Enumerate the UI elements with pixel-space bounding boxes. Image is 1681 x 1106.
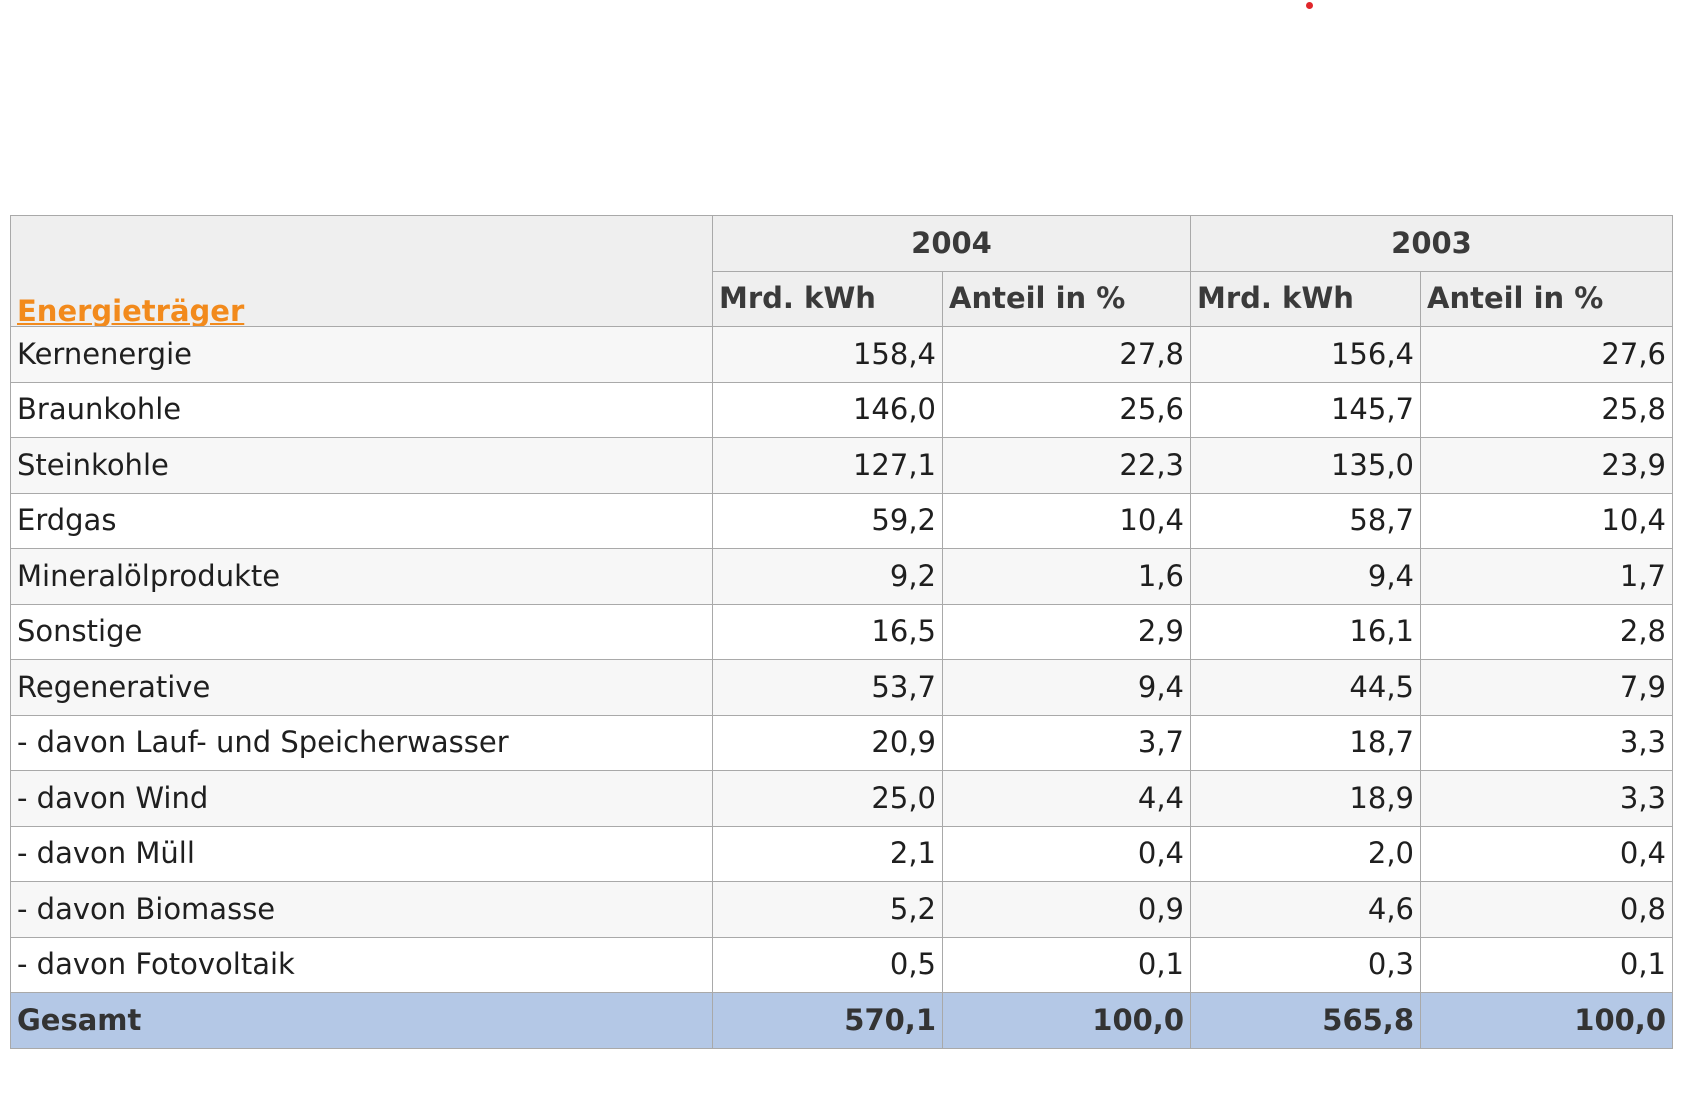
- table-row: - davon Wind 25,0 4,4 18,9 3,3: [10, 770, 1673, 827]
- cell-anteil-2003: 0,1: [1420, 936, 1673, 993]
- cell-mrd-kwh-2004: 25,0: [712, 770, 943, 827]
- row-label: - davon Lauf- und Speicherwasser: [10, 714, 713, 771]
- header-year-2004: 2004: [712, 215, 1191, 272]
- cell-anteil-2003: 3,3: [1420, 714, 1673, 771]
- total-mrd-kwh-2004: 570,1: [712, 992, 943, 1049]
- total-row: Gesamt 570,1 100,0 565,8 100,0: [10, 992, 1673, 1049]
- table-row: Mineralölprodukte 9,2 1,6 9,4 1,7: [10, 548, 1673, 605]
- cell-mrd-kwh-2004: 9,2: [712, 548, 943, 605]
- cell-mrd-kwh-2004: 0,5: [712, 936, 943, 993]
- cell-anteil-2003: 2,8: [1420, 603, 1673, 660]
- energy-table: Energieträger 2004 2003 Mrd. kWh Anteil …: [10, 215, 1673, 1049]
- row-label: Regenerative: [10, 659, 713, 716]
- cell-mrd-kwh-2003: 9,4: [1190, 548, 1421, 605]
- total-mrd-kwh-2003: 565,8: [1190, 992, 1421, 1049]
- cell-mrd-kwh-2004: 127,1: [712, 437, 943, 494]
- row-label: Steinkohle: [10, 437, 713, 494]
- cell-anteil-2004: 10,4: [942, 492, 1191, 549]
- cell-anteil-2004: 0,1: [942, 936, 1191, 993]
- header-energietraeger: Energieträger: [10, 215, 713, 327]
- page: Energieträger 2004 2003 Mrd. kWh Anteil …: [0, 0, 1681, 1106]
- cell-mrd-kwh-2003: 4,6: [1190, 881, 1421, 938]
- table-row: - davon Biomasse 5,2 0,9 4,6 0,8: [10, 881, 1673, 938]
- row-label: Erdgas: [10, 492, 713, 549]
- table-row: Erdgas 59,2 10,4 58,7 10,4: [10, 492, 1673, 549]
- table-header: Energieträger 2004 2003 Mrd. kWh Anteil …: [10, 215, 1673, 327]
- cell-anteil-2004: 9,4: [942, 659, 1191, 716]
- table-row: Kernenergie 158,4 27,8 156,4 27,6: [10, 326, 1673, 383]
- cell-mrd-kwh-2003: 16,1: [1190, 603, 1421, 660]
- total-anteil-2003: 100,0: [1420, 992, 1673, 1049]
- cell-anteil-2004: 3,7: [942, 714, 1191, 771]
- cell-anteil-2004: 2,9: [942, 603, 1191, 660]
- cell-mrd-kwh-2004: 59,2: [712, 492, 943, 549]
- cell-mrd-kwh-2003: 156,4: [1190, 326, 1421, 383]
- table-row: Steinkohle 127,1 22,3 135,0 23,9: [10, 437, 1673, 494]
- sort-link-energietraeger[interactable]: Energieträger: [17, 294, 244, 326]
- cell-anteil-2004: 27,8: [942, 326, 1191, 383]
- cell-anteil-2003: 10,4: [1420, 492, 1673, 549]
- cell-mrd-kwh-2004: 16,5: [712, 603, 943, 660]
- header-anteil-2003: Anteil in %: [1420, 270, 1673, 327]
- row-label: Mineralölprodukte: [10, 548, 713, 605]
- cell-anteil-2004: 0,9: [942, 881, 1191, 938]
- row-label: - davon Fotovoltaik: [10, 936, 713, 993]
- header-mrd-kwh-2004: Mrd. kWh: [712, 270, 943, 327]
- red-dot-marker: [1306, 2, 1313, 9]
- cell-mrd-kwh-2003: 18,7: [1190, 714, 1421, 771]
- cell-mrd-kwh-2003: 135,0: [1190, 437, 1421, 494]
- total-label: Gesamt: [10, 992, 713, 1049]
- cell-anteil-2004: 0,4: [942, 825, 1191, 882]
- cell-anteil-2003: 0,8: [1420, 881, 1673, 938]
- table-row: Regenerative 53,7 9,4 44,5 7,9: [10, 659, 1673, 716]
- cell-anteil-2003: 1,7: [1420, 548, 1673, 605]
- total-anteil-2004: 100,0: [942, 992, 1191, 1049]
- cell-mrd-kwh-2004: 158,4: [712, 326, 943, 383]
- row-label: Kernenergie: [10, 326, 713, 383]
- table-row: - davon Fotovoltaik 0,5 0,1 0,3 0,1: [10, 936, 1673, 993]
- cell-anteil-2004: 22,3: [942, 437, 1191, 494]
- cell-mrd-kwh-2004: 20,9: [712, 714, 943, 771]
- row-label: - davon Wind: [10, 770, 713, 827]
- table-body: Kernenergie 158,4 27,8 156,4 27,6 Braunkohle 1…: [10, 326, 1673, 993]
- cell-anteil-2004: 4,4: [942, 770, 1191, 827]
- cell-anteil-2003: 25,8: [1420, 381, 1673, 438]
- header-anteil-2004: Anteil in %: [942, 270, 1191, 327]
- cell-mrd-kwh-2004: 53,7: [712, 659, 943, 716]
- row-label: - davon Biomasse: [10, 881, 713, 938]
- cell-mrd-kwh-2004: 2,1: [712, 825, 943, 882]
- cell-mrd-kwh-2003: 0,3: [1190, 936, 1421, 993]
- cell-mrd-kwh-2003: 2,0: [1190, 825, 1421, 882]
- row-label: Braunkohle: [10, 381, 713, 438]
- table-row: Sonstige 16,5 2,9 16,1 2,8: [10, 603, 1673, 660]
- table-row: - davon Müll 2,1 0,4 2,0 0,4: [10, 825, 1673, 882]
- cell-anteil-2004: 1,6: [942, 548, 1191, 605]
- cell-anteil-2003: 0,4: [1420, 825, 1673, 882]
- row-label: Sonstige: [10, 603, 713, 660]
- cell-mrd-kwh-2003: 44,5: [1190, 659, 1421, 716]
- cell-mrd-kwh-2004: 5,2: [712, 881, 943, 938]
- cell-mrd-kwh-2004: 146,0: [712, 381, 943, 438]
- table-footer: Gesamt 570,1 100,0 565,8 100,0: [10, 992, 1673, 1049]
- header-row-years: Energieträger 2004 2003: [10, 215, 1673, 327]
- cell-mrd-kwh-2003: 145,7: [1190, 381, 1421, 438]
- header-mrd-kwh-2003: Mrd. kWh: [1190, 270, 1421, 327]
- header-year-2003: 2003: [1190, 215, 1673, 272]
- cell-anteil-2004: 25,6: [942, 381, 1191, 438]
- cell-anteil-2003: 27,6: [1420, 326, 1673, 383]
- cell-anteil-2003: 7,9: [1420, 659, 1673, 716]
- row-label: - davon Müll: [10, 825, 713, 882]
- table-row: - davon Lauf- und Speicherwasser 20,9 3,7 1…: [10, 714, 1673, 771]
- table-row: Braunkohle 146,0 25,6 145,7 25,8: [10, 381, 1673, 438]
- cell-anteil-2003: 23,9: [1420, 437, 1673, 494]
- cell-anteil-2003: 3,3: [1420, 770, 1673, 827]
- cell-mrd-kwh-2003: 18,9: [1190, 770, 1421, 827]
- cell-mrd-kwh-2003: 58,7: [1190, 492, 1421, 549]
